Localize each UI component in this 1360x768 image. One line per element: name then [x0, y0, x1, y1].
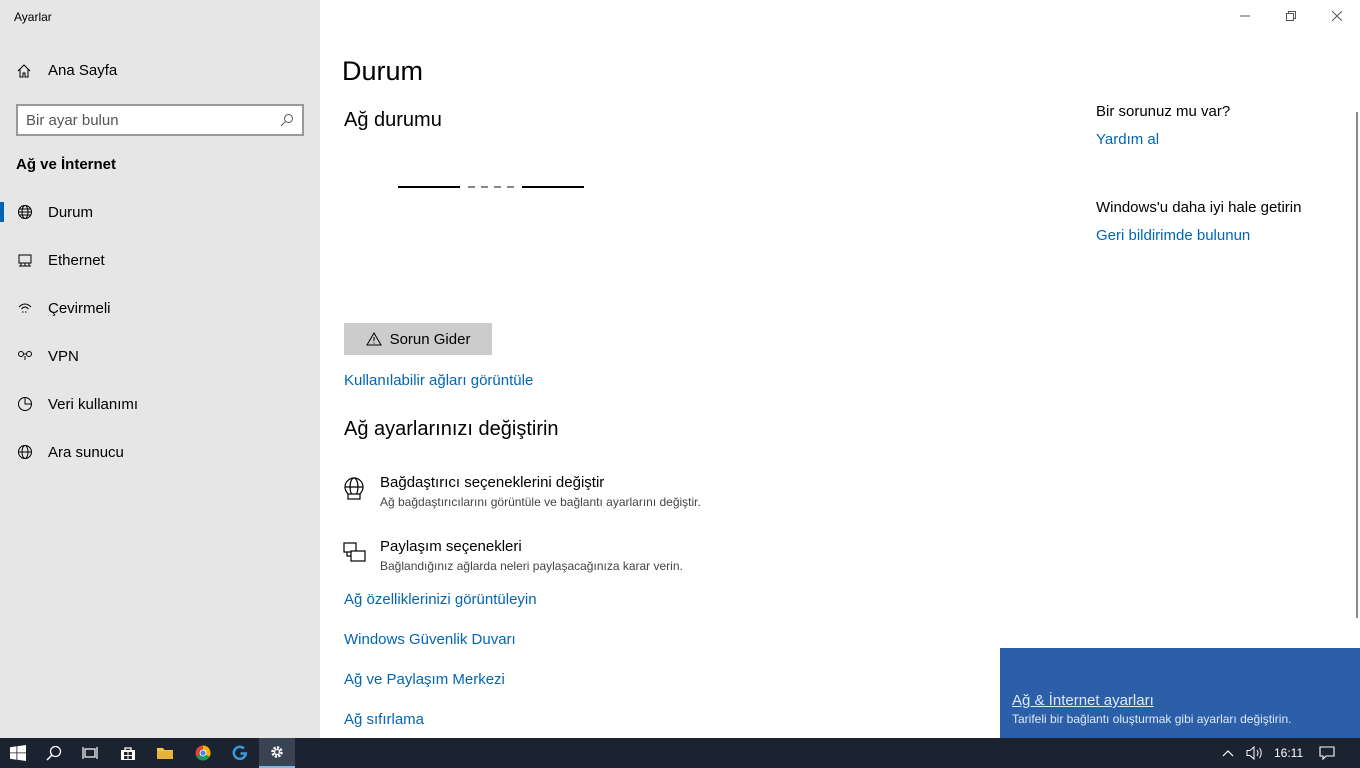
show-hidden-icons-button[interactable]: [1222, 738, 1234, 768]
section-title: Ağ ve İnternet: [16, 156, 117, 173]
sidebar-item-vpn[interactable]: VPN: [0, 332, 320, 380]
network-status-heading: Ağ durumu: [344, 109, 442, 131]
search-icon: [46, 745, 62, 761]
warning-icon: [365, 332, 382, 346]
sidebar-item-ethernet[interactable]: Ethernet: [0, 236, 320, 284]
sidebar-item-veri-kullanimi[interactable]: Veri kullanımı: [0, 380, 320, 428]
adapter-options-subtitle: Ağ bağdaştırıcılarını görüntüle ve bağla…: [380, 495, 701, 509]
sharing-icon: [343, 542, 366, 562]
logitech-button[interactable]: [222, 738, 258, 768]
close-icon: [1332, 11, 1342, 21]
adapter-options-title: Bağdaştırıcı seçeneklerini değiştir: [380, 474, 605, 491]
chevron-up-icon: [1222, 750, 1234, 757]
sharing-options-title: Paylaşım seçenekleri: [380, 538, 522, 555]
sidebar-item-label: Ara sunucu: [48, 443, 124, 461]
adapter-icon: [344, 477, 364, 500]
search-input[interactable]: [26, 111, 280, 129]
restore-icon: [1286, 11, 1296, 21]
restore-button[interactable]: [1268, 0, 1314, 32]
toast-title[interactable]: Ağ & İnternet ayarları: [1012, 692, 1154, 709]
question-heading: Bir sorunuz mu var?: [1096, 103, 1231, 120]
network-reset-link[interactable]: Ağ sıfırlama: [344, 711, 424, 728]
taskbar: 16:11: [0, 738, 1360, 768]
sharing-center-link[interactable]: Ağ ve Paylaşım Merkezi: [344, 671, 505, 688]
close-button[interactable]: [1314, 0, 1360, 32]
sidebar-item-label: Ethernet: [48, 251, 105, 269]
sidebar-item-durum[interactable]: Durum: [0, 188, 320, 236]
troubleshoot-label: Sorun Gider: [389, 330, 471, 348]
data-usage-icon: [16, 395, 34, 413]
clock[interactable]: 16:11: [1274, 738, 1303, 768]
store-icon: [121, 747, 135, 760]
sidebar-item-label: Durum: [48, 203, 94, 221]
firewall-link[interactable]: Windows Güvenlik Duvarı: [344, 631, 516, 648]
gear-icon: [271, 746, 283, 758]
sharing-options-item[interactable]: Paylaşım seçenekleri Bağlandığınız ağlar…: [342, 538, 683, 573]
sidebar-item-label: Çevirmeli: [48, 299, 111, 317]
start-button[interactable]: [0, 738, 36, 768]
view-networks-link[interactable]: Kullanılabilir ağları görüntüle: [344, 372, 533, 389]
proxy-icon: [16, 443, 34, 461]
home-label: Ana Sayfa: [48, 62, 118, 79]
globe-icon: [16, 203, 34, 221]
change-settings-heading: Ağ ayarlarınızı değiştirin: [344, 418, 559, 440]
help-link[interactable]: Yardım al: [1096, 131, 1159, 148]
feedback-link[interactable]: Geri bildirimde bulunun: [1096, 227, 1250, 244]
search-icon[interactable]: [280, 113, 294, 127]
task-view-button[interactable]: [72, 738, 108, 768]
sharing-options-subtitle: Bağlandığınız ağlarda neleri paylaşacağı…: [380, 559, 683, 573]
file-explorer-button[interactable]: [147, 738, 183, 768]
volume-button[interactable]: [1246, 738, 1264, 768]
folder-icon: [157, 748, 173, 759]
notification-icon: [1319, 746, 1335, 761]
settings-taskbar-button[interactable]: [259, 738, 295, 768]
page-title: Durum: [342, 56, 424, 86]
dialup-icon: [16, 299, 34, 317]
minimize-button[interactable]: [1222, 0, 1268, 32]
sidebar-item-label: VPN: [48, 347, 79, 365]
improve-heading: Windows'u daha iyi hale getirin: [1096, 199, 1302, 216]
sidebar-item-cevirmeli[interactable]: Çevirmeli: [0, 284, 320, 332]
search-box[interactable]: [16, 104, 304, 136]
window-controls: [1222, 0, 1360, 32]
logitech-icon: [232, 745, 248, 761]
minimize-icon: [1240, 15, 1250, 17]
home-nav-item[interactable]: Ana Sayfa: [16, 62, 117, 79]
toast-subtitle: Tarifeli bir bağlantı oluşturmak gibi ay…: [1012, 712, 1292, 726]
notification-toast[interactable]: Ağ & İnternet ayarları Tarifeli bir bağl…: [1000, 648, 1360, 738]
action-center-button[interactable]: [1319, 738, 1335, 768]
sidebar: Ayarlar Ana Sayfa Ağ ve İnternet Durum E…: [0, 0, 320, 738]
vpn-icon: [16, 347, 34, 365]
volume-icon: [1246, 745, 1262, 761]
search-taskbar-button[interactable]: [36, 738, 72, 768]
chrome-button[interactable]: [185, 738, 221, 768]
main-content: Durum Ağ durumu Sorun Gider Kullanılabil…: [320, 0, 1360, 738]
sidebar-nav: Durum Ethernet Çevirmeli VPN Veri kullan…: [0, 188, 320, 476]
network-properties-link[interactable]: Ağ özelliklerinizi görüntüleyin: [344, 591, 537, 608]
adapter-options-item[interactable]: Bağdaştırıcı seçeneklerini değiştir Ağ b…: [342, 474, 701, 509]
sidebar-item-ara-sunucu[interactable]: Ara sunucu: [0, 428, 320, 476]
scrollbar[interactable]: [1356, 112, 1358, 618]
ethernet-icon: [16, 251, 34, 269]
troubleshoot-button[interactable]: Sorun Gider: [344, 323, 492, 355]
sidebar-item-label: Veri kullanımı: [48, 395, 139, 413]
task-view-icon: [82, 747, 98, 759]
app-title: Ayarlar: [14, 10, 52, 24]
home-icon: [17, 63, 31, 77]
chrome-icon: [195, 745, 211, 761]
windows-logo-icon: [10, 745, 26, 761]
store-button[interactable]: [110, 738, 146, 768]
